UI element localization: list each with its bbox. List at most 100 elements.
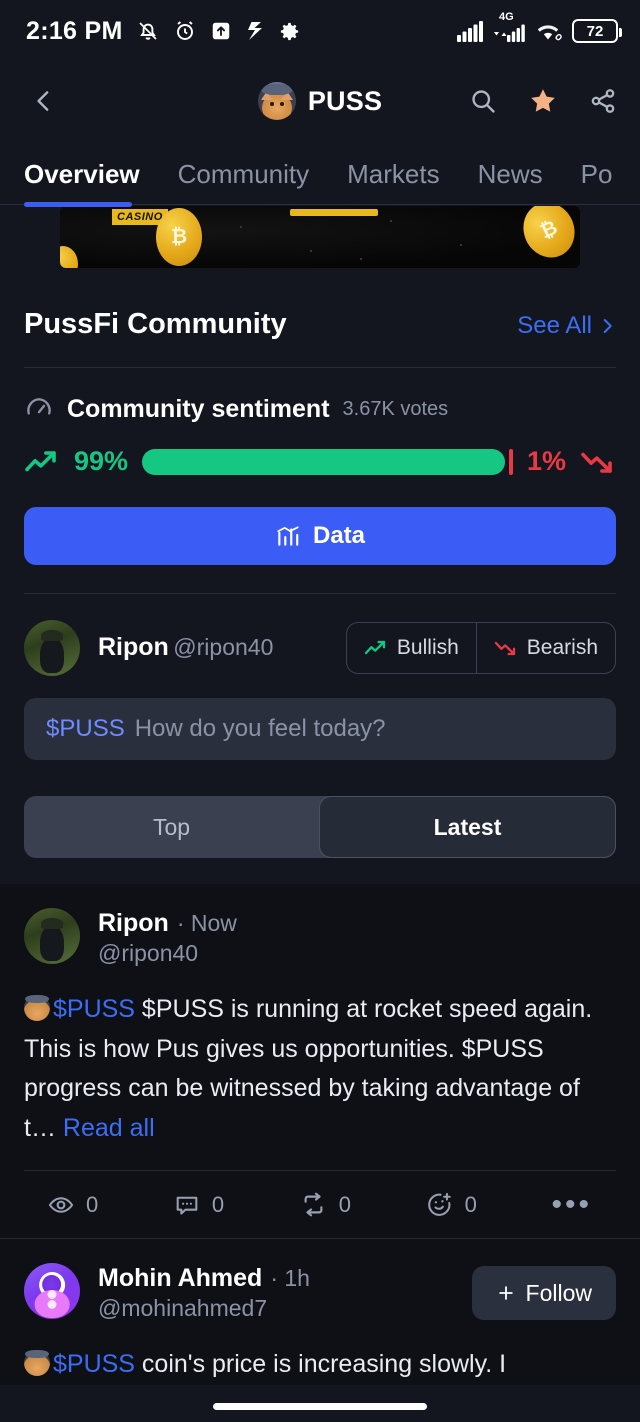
plus-icon <box>498 1286 513 1300</box>
tab-news[interactable]: News <box>478 159 543 190</box>
battery-level: 72 <box>586 22 604 40</box>
comments-action[interactable]: 0 <box>174 1192 300 1218</box>
bell-muted-icon <box>138 22 157 40</box>
alarm-icon <box>176 21 193 40</box>
sentiment-bar-row: 99% 1% <box>0 424 640 477</box>
follow-button[interactable]: Follow <box>471 1266 616 1320</box>
post-cashtag[interactable]: $PUSS <box>53 995 135 1023</box>
trend-up-icon <box>25 450 56 471</box>
post-author-handle: @ripon40 <box>98 940 199 967</box>
upload-box-icon <box>212 22 229 40</box>
share-icon <box>591 89 615 113</box>
bar-chart-icon <box>277 526 299 546</box>
avatar-dot <box>47 1289 57 1299</box>
app-header: PUSS <box>0 62 640 140</box>
back-button[interactable] <box>24 81 64 121</box>
avatar-dot <box>47 1299 57 1309</box>
reaction-action[interactable]: 0 <box>426 1191 552 1218</box>
composer-user-name: Ripon <box>98 633 169 662</box>
search-button[interactable] <box>466 84 500 118</box>
views-action[interactable]: 0 <box>48 1192 174 1218</box>
composer-input[interactable] <box>134 715 594 743</box>
list-item: Mohin Ahmed · 1h @mohinahmed7 Follow $PU… <box>0 1239 640 1385</box>
signal-bars-icon <box>457 21 483 42</box>
post-actions: 0 0 0 0 ••• <box>24 1170 616 1238</box>
avatar[interactable] <box>24 1263 80 1319</box>
post-cashtag[interactable]: $PUSS <box>53 1350 135 1378</box>
tab-overview[interactable]: Overview <box>24 159 140 190</box>
composer-input-box[interactable]: $PUSS <box>24 698 616 760</box>
wifi-icon <box>537 25 562 41</box>
views-count: 0 <box>86 1191 99 1217</box>
more-options-button[interactable]: ••• <box>552 1189 593 1219</box>
tab-markets[interactable]: Markets <box>347 159 439 190</box>
read-all-link[interactable]: Read all <box>63 1114 155 1142</box>
bearish-bar <box>509 448 513 475</box>
tab-community[interactable]: Community <box>178 159 309 190</box>
post-author: Ripon · Now @ripon40 <box>98 908 237 968</box>
sentiment-bar <box>142 448 513 475</box>
sentiment-vote-group: Bullish Bearish <box>345 622 616 674</box>
favorite-button[interactable] <box>526 84 560 118</box>
composer-user-handle: @ripon40 <box>173 634 274 661</box>
coin-name: PUSS <box>307 85 383 116</box>
gauge-icon <box>27 398 51 415</box>
tab-active-indicator <box>24 202 132 207</box>
data-button[interactable]: Data <box>24 507 616 565</box>
gear-icon <box>280 22 298 40</box>
trend-down-icon <box>581 452 612 473</box>
bullish-vote-button[interactable]: Bullish <box>347 623 476 673</box>
see-all-link[interactable]: See All <box>517 312 616 340</box>
post-body-text: coin's price is increasing slowly. I <box>134 1350 507 1378</box>
repost-count: 0 <box>338 1191 351 1217</box>
bearish-label: Bearish <box>526 636 598 659</box>
post-author-handle: @mohinahmed7 <box>98 1295 268 1322</box>
avatar[interactable] <box>24 620 80 676</box>
status-bar: 2:16 PM 4G 72 <box>0 0 640 62</box>
home-indicator <box>213 1403 427 1410</box>
composer-user-row: Ripon @ripon40 Bullish Bearish <box>0 594 640 676</box>
post-header: Ripon · Now @ripon40 <box>24 908 616 968</box>
toggle-top[interactable]: Top <box>24 796 319 858</box>
post-text: $PUSS coin's price is increasing slowly.… <box>24 1345 616 1385</box>
trend-down-icon <box>494 641 515 656</box>
list-item: Ripon · Now @ripon40 $PUSS $PUSS is runn… <box>0 884 640 1238</box>
ad-accent-bar <box>290 209 378 216</box>
chevron-right-icon <box>603 319 612 333</box>
bitcoin-coin-icon: ₿ <box>514 206 580 266</box>
app-screen: 2:16 PM 4G 72 PUSS Overview Community Ma… <box>0 0 640 1422</box>
bullish-bar <box>142 448 506 475</box>
post-feed: Ripon · Now @ripon40 $PUSS $PUSS is runn… <box>0 884 640 1385</box>
community-section-header: PussFi Community See All <box>0 274 640 367</box>
post-author-name: Mohin Ahmed <box>98 1264 263 1292</box>
community-sentiment-header: Community sentiment 3.67K votes <box>0 368 640 424</box>
share-button[interactable] <box>586 84 620 118</box>
4g-signal-icon: 4G <box>492 11 526 42</box>
reaction-count: 0 <box>464 1191 477 1217</box>
add-reaction-icon <box>427 1192 451 1216</box>
avatar[interactable] <box>24 908 80 964</box>
status-bar-left: 2:16 PM <box>26 17 301 46</box>
ad-banner[interactable]: CASINO ₿ ₿ <box>0 202 640 274</box>
tab-posts[interactable]: Po <box>581 159 613 190</box>
post-timestamp: · Now <box>176 910 237 936</box>
repost-action[interactable]: 0 <box>300 1191 426 1218</box>
data-button-label: Data <box>312 522 366 549</box>
toggle-latest[interactable]: Latest <box>319 796 616 858</box>
comment-icon <box>176 1196 198 1215</box>
repost-icon <box>304 1192 323 1217</box>
network-type-label: 4G <box>499 11 514 23</box>
chevron-left-icon <box>37 91 49 111</box>
post-author-name-row: Mohin Ahmed · 1h <box>98 1263 310 1294</box>
post-text: $PUSS $PUSS is running at rocket speed a… <box>24 990 616 1148</box>
follow-label: Follow <box>525 1279 592 1306</box>
bearish-percent: 1% <box>526 446 566 476</box>
bearish-vote-button[interactable]: Bearish <box>475 623 615 673</box>
section-title: PussFi Community <box>24 308 287 340</box>
s-logo-icon <box>247 22 262 40</box>
bullish-percent: 99% <box>74 446 129 476</box>
cat-emoji-icon <box>24 995 50 1021</box>
post-author-name: Ripon <box>98 909 169 937</box>
sentiment-votes: 3.67K votes <box>342 397 449 420</box>
post-header: Mohin Ahmed · 1h @mohinahmed7 Follow <box>24 1263 616 1323</box>
